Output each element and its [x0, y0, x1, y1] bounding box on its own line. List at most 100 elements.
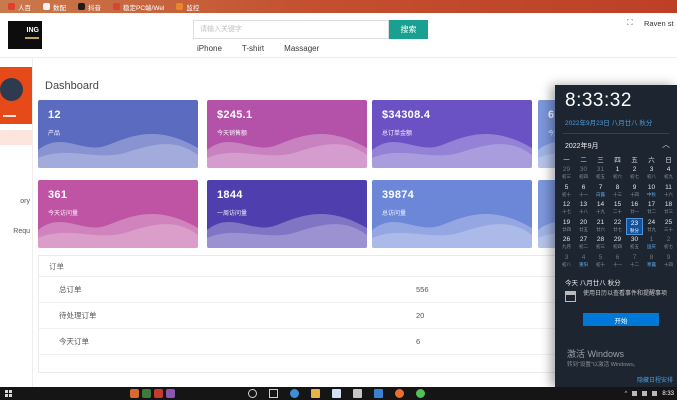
clock-date[interactable]: 2022年9月23日 八月廿八 秋分: [565, 117, 652, 127]
search-input[interactable]: [193, 20, 389, 39]
bookmark-label: 稳定PC端/Wel: [123, 2, 164, 12]
calendar-day[interactable]: 13十八: [575, 200, 592, 217]
tray-ime-icon[interactable]: [652, 391, 657, 396]
nav-link-tshirt[interactable]: T-shirt: [242, 44, 264, 53]
calendar-day[interactable]: 31初五: [592, 165, 609, 182]
sidebar-item-category[interactable]: ory: [20, 198, 30, 205]
news-widget-icon[interactable]: [142, 389, 151, 398]
calendar-day[interactable]: 8十三: [609, 183, 626, 200]
calendar-day[interactable]: 29初三: [558, 165, 575, 182]
agenda-text: 使用日历以查看事件和提醒事项: [583, 290, 667, 298]
calendar-day[interactable]: 7白露: [592, 183, 609, 200]
day-lunar-label: 初三: [558, 174, 575, 179]
calendar-day[interactable]: 10中秋: [643, 183, 660, 200]
bookmark-item[interactable]: 监控: [176, 2, 199, 12]
calendar-day[interactable]: 16廿一: [626, 200, 643, 217]
avatar[interactable]: [0, 78, 23, 101]
calendar-day[interactable]: 28初三: [592, 235, 609, 252]
calendar-day[interactable]: 5初十: [592, 253, 609, 270]
calendar-day[interactable]: 22廿七: [609, 218, 626, 235]
calendar-day[interactable]: 4重阳: [575, 253, 592, 270]
calendar-day[interactable]: 24廿九: [643, 218, 660, 235]
agenda-title: 今天 八月廿八 秋分: [565, 277, 621, 287]
calendar-day[interactable]: 6十一: [575, 183, 592, 200]
calendar-day[interactable]: 6十一: [609, 253, 626, 270]
tray-chevron-icon[interactable]: ^: [624, 391, 627, 397]
tray-volume-icon[interactable]: [642, 391, 647, 396]
calendar-day[interactable]: 30初五: [626, 235, 643, 252]
store-icon[interactable]: [374, 389, 383, 398]
calendar-day[interactable]: 19廿四: [558, 218, 575, 235]
task-view-icon[interactable]: [269, 389, 278, 398]
stat-card-value: 1844: [217, 189, 243, 201]
calendar-day[interactable]: 14十九: [592, 200, 609, 217]
orders-panel-title: 订单: [39, 256, 637, 277]
firefox-icon[interactable]: [395, 389, 404, 398]
stat-card-label: 总访问量: [382, 208, 406, 217]
calendar-day[interactable]: 9十四: [660, 253, 677, 270]
edge-icon[interactable]: [290, 389, 299, 398]
news-widget-icon[interactable]: [166, 389, 175, 398]
mail-icon[interactable]: [332, 389, 341, 398]
calendar-day[interactable]: 25三十: [660, 218, 677, 235]
calendar-day[interactable]: 1国庆: [643, 235, 660, 252]
day-number: 15: [609, 200, 626, 209]
calendar-day[interactable]: 2初七: [660, 235, 677, 252]
calendar-day[interactable]: 26九月: [558, 235, 575, 252]
calendar-day[interactable]: 11十六: [660, 183, 677, 200]
photos-icon[interactable]: [353, 389, 362, 398]
calendar-day[interactable]: 30初四: [575, 165, 592, 182]
table-row: 待处理订单20: [39, 303, 637, 329]
calendar-day[interactable]: 21廿六: [592, 218, 609, 235]
weekday-label: 五: [626, 154, 643, 164]
calendar-day[interactable]: 7十二: [626, 253, 643, 270]
day-number: 29: [609, 235, 626, 244]
calendar-day[interactable]: 20廿五: [575, 218, 592, 235]
nav-link-massager[interactable]: Massager: [284, 44, 319, 53]
site-logo[interactable]: ING: [8, 21, 42, 49]
calendar-day-today[interactable]: 23秋分: [626, 218, 643, 235]
search-icon[interactable]: [248, 389, 257, 398]
calendar-day[interactable]: 15二十: [609, 200, 626, 217]
sidebar-item-request[interactable]: Requ: [13, 228, 30, 235]
search-button[interactable]: 搜索: [389, 20, 428, 39]
calendar-day[interactable]: 17廿二: [643, 200, 660, 217]
calendar-day[interactable]: 1初六: [609, 165, 626, 182]
calendar-month-label[interactable]: 2022年9月: [565, 141, 598, 151]
sidebar-item-active[interactable]: [0, 130, 33, 145]
calendar-day[interactable]: 29初四: [609, 235, 626, 252]
calendar-day[interactable]: 12十七: [558, 200, 575, 217]
calendar-day[interactable]: 9十四: [626, 183, 643, 200]
taskbar-clock[interactable]: 8:33: [662, 391, 674, 397]
calendar-day[interactable]: 8寒露: [643, 253, 660, 270]
news-widget-icon[interactable]: [154, 389, 163, 398]
start-button[interactable]: [5, 390, 12, 397]
hide-agenda-link[interactable]: 隐藏日程安排: [637, 375, 673, 384]
calendar-day[interactable]: 3初八: [558, 253, 575, 270]
calendar-day[interactable]: 4初九: [660, 165, 677, 182]
taskbar-app-icons: [248, 389, 425, 398]
day-lunar-label: 初七: [626, 174, 643, 179]
bookmark-item[interactable]: 稳定PC端/Wel: [113, 2, 164, 12]
calendar-day[interactable]: 2初七: [626, 165, 643, 182]
order-row-label: 总订单: [59, 277, 82, 303]
file-explorer-icon[interactable]: [311, 389, 320, 398]
bookmark-item[interactable]: 人百: [8, 2, 31, 12]
news-widget[interactable]: [130, 389, 175, 398]
calendar-day[interactable]: 5初十: [558, 183, 575, 200]
fullscreen-icon[interactable]: ⛶: [627, 18, 633, 28]
chevron-up-icon[interactable]: ︿: [662, 139, 670, 150]
calendar-day[interactable]: 3初八: [643, 165, 660, 182]
bookmark-item[interactable]: 抖音: [78, 2, 101, 12]
agenda-start-button[interactable]: 开始: [583, 313, 659, 326]
calendar-day[interactable]: 18廿三: [660, 200, 677, 217]
tray-network-icon[interactable]: [632, 391, 637, 396]
wechat-icon[interactable]: [416, 389, 425, 398]
news-widget-icon[interactable]: [130, 389, 139, 398]
calendar-day[interactable]: 27初二: [575, 235, 592, 252]
day-lunar-label: 廿一: [626, 209, 643, 214]
user-name[interactable]: Raven st: [644, 19, 674, 28]
bookmark-item[interactable]: 数配: [43, 2, 66, 12]
day-number: 2: [626, 165, 643, 174]
nav-link-iphone[interactable]: iPhone: [197, 44, 222, 53]
